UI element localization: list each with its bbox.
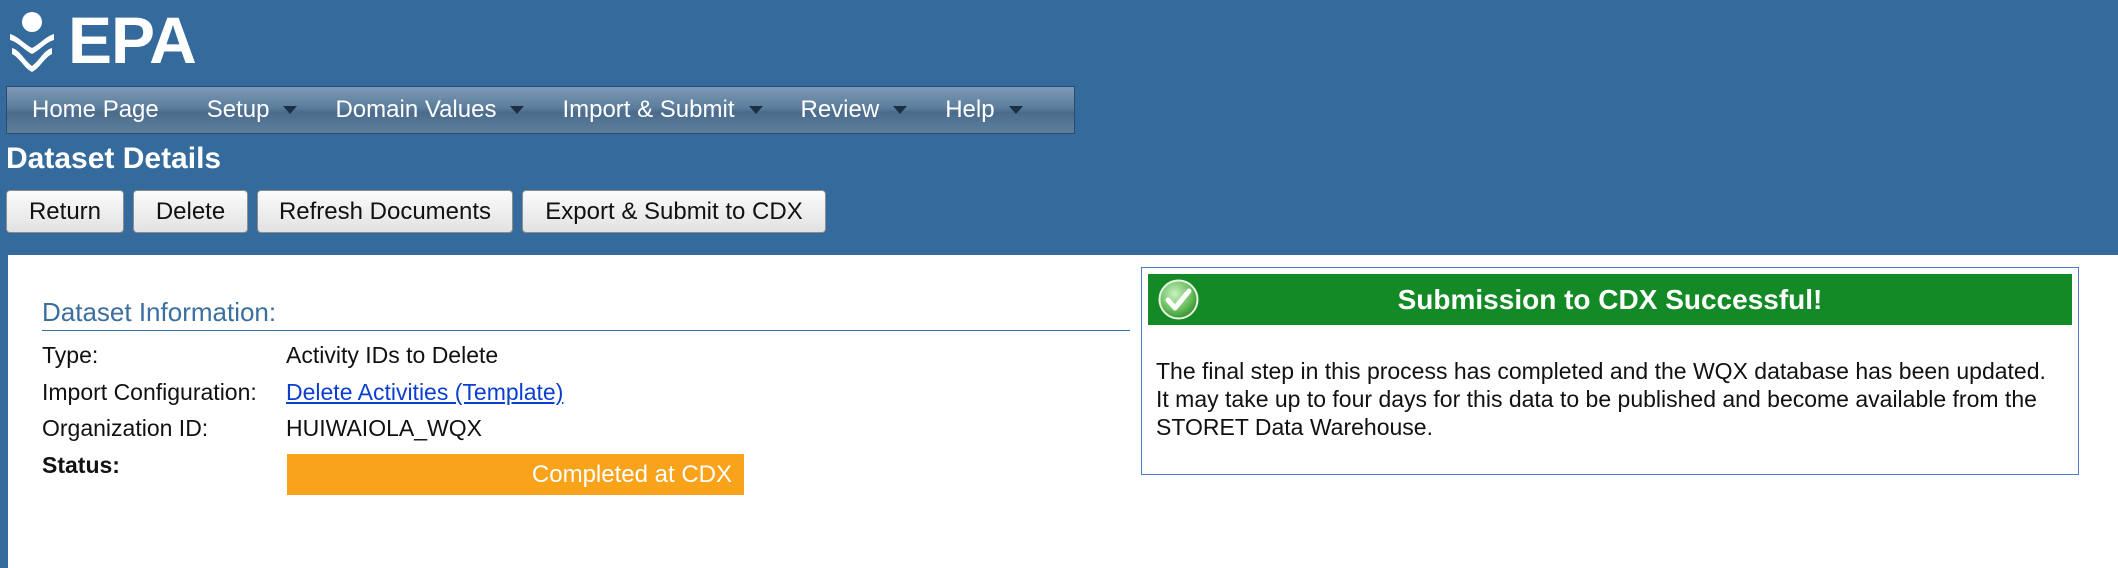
chevron-down-icon xyxy=(748,106,763,114)
nav-label: Help xyxy=(945,96,995,123)
nav-label: Review xyxy=(800,96,880,123)
page-title: Dataset Details xyxy=(6,142,222,175)
epa-logo-icon xyxy=(10,12,54,72)
nav-label: Import & Submit xyxy=(562,96,735,123)
content-panel: Dataset Information: Type: Activity IDs … xyxy=(8,255,2118,568)
org-id-value: HUIWAIOLA_WQX xyxy=(286,415,482,441)
epa-logo[interactable]: EPA xyxy=(8,3,197,77)
section-title: Dataset Information: xyxy=(42,297,1130,331)
main-nav: Home Page Setup Domain Values Import & S… xyxy=(6,86,1075,134)
success-header: Submission to CDX Successful! xyxy=(1148,274,2072,325)
check-circle-icon xyxy=(1158,279,1199,320)
nav-home-page[interactable]: Home Page xyxy=(32,87,159,133)
nav-help[interactable]: Help xyxy=(945,87,1023,133)
nav-label: Domain Values xyxy=(335,96,497,123)
chevron-down-icon xyxy=(1008,106,1023,114)
return-button[interactable]: Return xyxy=(6,190,124,233)
import-config-label: Import Configuration: xyxy=(42,379,257,405)
toolbar: Return Delete Refresh Documents Export &… xyxy=(6,190,835,233)
nav-domain-values[interactable]: Domain Values xyxy=(335,87,525,133)
success-title: Submission to CDX Successful! xyxy=(1397,283,1823,315)
import-config-link[interactable]: Delete Activities (Template) xyxy=(286,379,563,406)
delete-button[interactable]: Delete xyxy=(133,190,248,233)
chevron-down-icon xyxy=(510,106,525,114)
chevron-down-icon xyxy=(283,106,298,114)
epa-logo-text: EPA xyxy=(68,3,197,77)
nav-import-submit[interactable]: Import & Submit xyxy=(562,87,763,133)
status-badge: Completed at CDX xyxy=(287,454,744,495)
nav-label: Setup xyxy=(206,96,270,123)
nav-setup[interactable]: Setup xyxy=(207,87,298,133)
chevron-down-icon xyxy=(893,106,908,114)
success-message: The final step in this process has compl… xyxy=(1156,358,2046,440)
export-submit-cdx-button[interactable]: Export & Submit to CDX xyxy=(522,190,826,233)
refresh-documents-button[interactable]: Refresh Documents xyxy=(257,190,513,233)
type-label: Type: xyxy=(42,342,99,368)
success-panel: Submission to CDX Successful! The final … xyxy=(1141,267,2079,475)
status-label: Status: xyxy=(42,452,120,478)
org-id-label: Organization ID: xyxy=(42,415,209,441)
type-value: Activity IDs to Delete xyxy=(286,342,499,368)
nav-label: Home Page xyxy=(32,96,159,123)
nav-review[interactable]: Review xyxy=(801,87,908,133)
